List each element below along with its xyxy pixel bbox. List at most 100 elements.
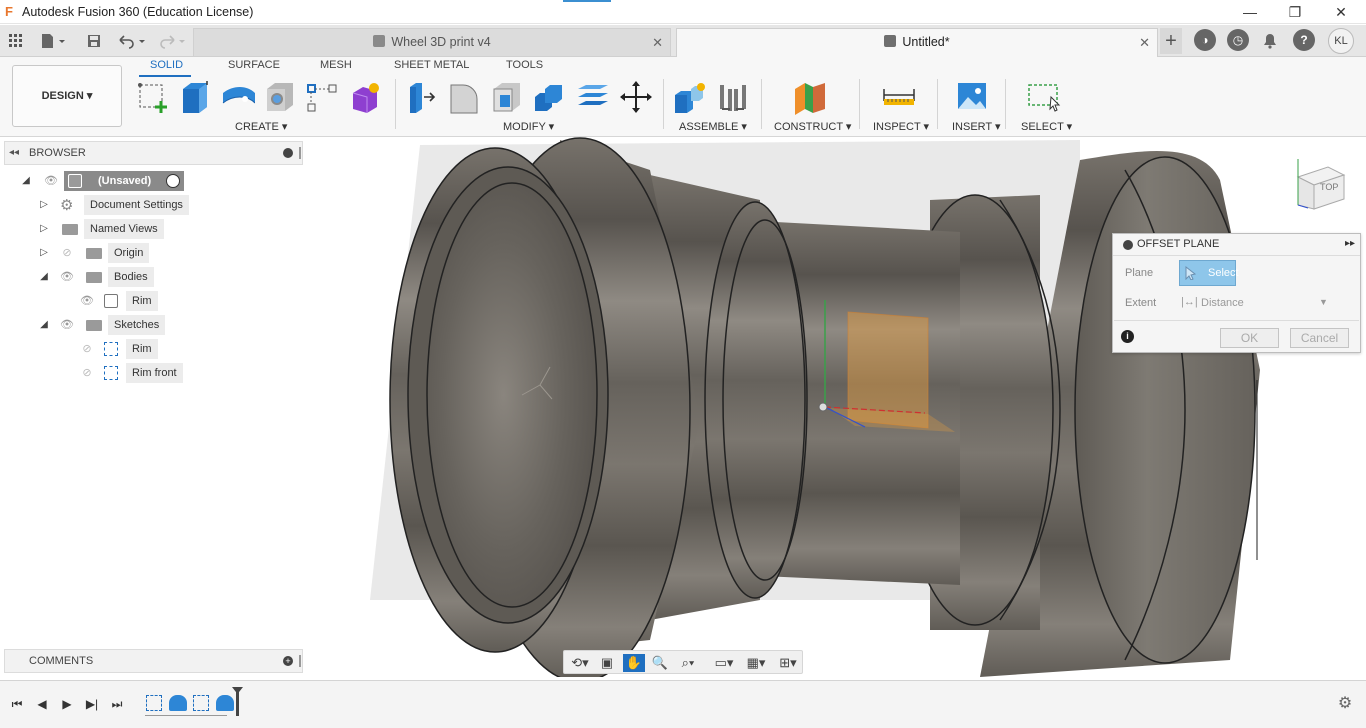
undo-icon[interactable]	[116, 30, 148, 52]
hidden-eye-icon[interactable]: ⊘	[60, 243, 74, 263]
timeline-marker-handle[interactable]	[232, 687, 243, 694]
create-sketch-icon[interactable]	[137, 79, 171, 115]
browser-root-row[interactable]: ◢ 👁 (Unsaved)	[20, 171, 220, 191]
info-icon[interactable]: i	[1121, 330, 1134, 343]
tree-item-origin[interactable]: ▷ ⊘ Origin	[38, 243, 238, 263]
assemble-menu[interactable]: ASSEMBLE ▾	[679, 120, 747, 133]
tab-solid[interactable]: SOLID	[150, 59, 183, 71]
pattern-icon[interactable]	[305, 79, 339, 115]
visibility-eye-icon[interactable]: 👁	[60, 315, 74, 335]
joint-icon[interactable]	[716, 79, 750, 115]
file-menu-icon[interactable]	[37, 30, 69, 52]
go-to-end-icon[interactable]: ⏭	[108, 695, 126, 713]
help-icon[interactable]: ?	[1293, 29, 1315, 51]
tree-item-sketch-rim-front[interactable]: ⊘ Rim front	[76, 363, 276, 383]
expanded-triangle-icon[interactable]: ◢	[38, 267, 50, 287]
new-component-icon[interactable]	[673, 79, 707, 115]
press-pull-icon[interactable]	[404, 79, 438, 115]
window-select-icon[interactable]	[1027, 79, 1061, 115]
tab-mesh[interactable]: MESH	[320, 59, 352, 71]
tree-item-named-views[interactable]: ▷ Named Views	[38, 219, 238, 239]
panel-pin-icon[interactable]	[299, 655, 301, 667]
tab-close-icon[interactable]: ✕	[1139, 29, 1150, 56]
notification-bell-icon[interactable]	[1262, 33, 1278, 49]
tab-wheel-3d-print[interactable]: Wheel 3D print v4 ✕	[193, 28, 671, 57]
zoom-icon[interactable]: 🔍	[649, 654, 671, 672]
tab-tools[interactable]: TOOLS	[506, 59, 543, 71]
user-avatar[interactable]: KL	[1328, 28, 1354, 54]
extent-dropdown[interactable]: |↔| Distance ▼	[1181, 295, 1351, 313]
select-menu[interactable]: SELECT ▾	[1021, 120, 1072, 133]
ok-button[interactable]: OK	[1220, 328, 1279, 348]
revolve-icon[interactable]	[221, 79, 256, 115]
visibility-eye-icon[interactable]: 👁	[60, 267, 74, 287]
offset-face-icon[interactable]	[576, 79, 610, 115]
restore-button[interactable]: ❐	[1283, 2, 1307, 22]
timeline-sketch-feature-icon[interactable]	[193, 695, 209, 711]
viewports-icon[interactable]: ⊞▾	[774, 654, 802, 672]
apps-grid-icon[interactable]	[5, 30, 27, 52]
construct-menu[interactable]: CONSTRUCT ▾	[774, 120, 851, 133]
visibility-eye-icon[interactable]: 👁	[80, 291, 94, 311]
shell-icon[interactable]	[490, 79, 524, 115]
step-back-icon[interactable]: ◀	[33, 695, 51, 713]
tree-item-sketches[interactable]: ◢ 👁 Sketches	[38, 315, 238, 335]
collapsed-triangle-icon[interactable]: ▷	[38, 243, 50, 263]
insert-menu[interactable]: INSERT ▾	[952, 120, 1001, 133]
measure-icon[interactable]	[882, 79, 916, 115]
display-settings-icon[interactable]: ▭▾	[710, 654, 738, 672]
modify-menu[interactable]: MODIFY ▾	[503, 120, 554, 133]
hidden-eye-icon[interactable]: ⊘	[80, 363, 94, 383]
collapse-panel-icon[interactable]: ◂◂	[9, 147, 19, 158]
timeline-sketch-feature-icon[interactable]	[146, 695, 162, 711]
browser-minimize-icon[interactable]	[283, 148, 293, 158]
tree-item-document-settings[interactable]: ▷ ⚙ Document Settings	[38, 195, 238, 215]
redo-icon[interactable]	[156, 30, 188, 52]
expanded-triangle-icon[interactable]: ◢	[20, 171, 32, 191]
dialog-expand-icon[interactable]: ▸▸	[1345, 238, 1355, 249]
minimize-button[interactable]: —	[1238, 2, 1262, 22]
activate-radio-icon[interactable]	[166, 174, 180, 188]
create-menu[interactable]: CREATE ▾	[235, 120, 287, 133]
dialog-collapse-icon[interactable]	[1123, 240, 1133, 250]
cancel-button[interactable]: Cancel	[1290, 328, 1349, 348]
timeline-settings-gear-icon[interactable]: ⚙	[1336, 695, 1354, 713]
new-tab-button[interactable]: +	[1160, 28, 1182, 54]
construct-plane-icon[interactable]	[793, 79, 827, 115]
grid-settings-icon[interactable]: ▦▾	[742, 654, 770, 672]
hidden-eye-icon[interactable]: ⊘	[80, 339, 94, 359]
3d-canvas[interactable]: TOP	[305, 137, 1366, 677]
job-status-icon[interactable]: ◑	[1194, 29, 1216, 51]
browser-header[interactable]: ◂◂ BROWSER	[4, 141, 303, 165]
tree-item-body-rim[interactable]: 👁 Rim	[76, 291, 276, 311]
move-copy-icon[interactable]	[619, 79, 653, 115]
fit-icon[interactable]: ⌕▾	[674, 654, 702, 672]
look-at-icon[interactable]: ▣	[596, 654, 618, 672]
combine-icon[interactable]	[533, 79, 567, 115]
tab-sheet-metal[interactable]: SHEET METAL	[394, 59, 469, 71]
panel-pin-icon[interactable]	[299, 147, 301, 159]
close-button[interactable]: ✕	[1329, 2, 1353, 22]
step-forward-icon[interactable]: ▶|	[83, 695, 101, 713]
tab-surface[interactable]: SURFACE	[228, 59, 280, 71]
history-clock-icon[interactable]: ◷	[1227, 29, 1249, 51]
dialog-header[interactable]: OFFSET PLANE ▸▸	[1113, 234, 1360, 256]
collapsed-triangle-icon[interactable]: ▷	[38, 219, 50, 239]
timeline-revolve-feature-icon[interactable]	[169, 695, 187, 711]
add-comment-icon[interactable]: +	[283, 656, 293, 666]
orbit-icon[interactable]: ⟲▾	[566, 654, 594, 672]
inspect-menu[interactable]: INSPECT ▾	[873, 120, 929, 133]
create-form-icon[interactable]	[349, 79, 383, 115]
comments-panel[interactable]: COMMENTS +	[4, 649, 303, 673]
tab-close-icon[interactable]: ✕	[652, 29, 663, 56]
tab-untitled[interactable]: Untitled* ✕	[676, 28, 1158, 57]
fillet-icon[interactable]	[447, 79, 481, 115]
go-to-start-icon[interactable]: ⏮	[8, 695, 26, 713]
tree-item-sketch-rim[interactable]: ⊘ Rim	[76, 339, 276, 359]
tree-item-bodies[interactable]: ◢ 👁 Bodies	[38, 267, 238, 287]
insert-image-icon[interactable]	[956, 79, 990, 115]
visibility-eye-icon[interactable]: 👁	[44, 171, 58, 191]
view-cube[interactable]: TOP	[1290, 149, 1350, 214]
timeline-revolve-feature-icon[interactable]	[216, 695, 234, 711]
pan-hand-icon[interactable]: ✋	[623, 654, 645, 672]
